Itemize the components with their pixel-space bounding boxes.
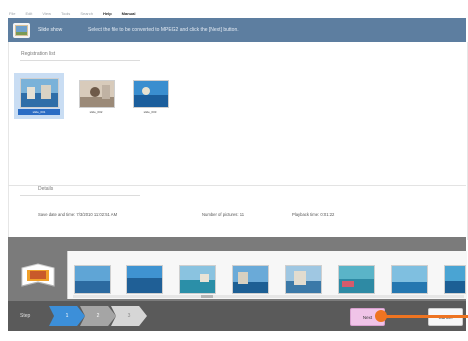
menu-manual[interactable]: Manual [121,11,137,16]
slideshow-icon [13,22,30,38]
details-divider [20,195,140,196]
menu-search[interactable]: Search [79,11,94,16]
photo-thumbnail [79,80,115,108]
menu-file[interactable]: File [8,11,16,16]
item-caption: slide_001 [18,109,60,115]
step-label: Step [20,313,31,319]
item-caption: slide_003 [143,110,157,114]
section-divider [8,185,466,186]
registration-item[interactable]: slide_001 [14,73,64,119]
strip-thumbnail[interactable] [391,265,428,294]
callout-pointer-dot [375,310,387,322]
registration-divider [20,60,140,61]
photo-thumbnail [133,80,169,108]
item-caption: slide_002 [89,110,103,114]
menu-tools[interactable]: Tools [60,11,71,16]
main-panel [8,42,468,240]
picture-count-text: Number of pictures: 11 [202,212,245,217]
header-bar: Slide show Select the file to be convert… [8,18,466,42]
strip-scroll-thumb[interactable] [201,295,213,298]
strip-thumbnail[interactable] [232,265,269,294]
strip-thumbnail[interactable] [285,265,322,294]
save-date-text: Save date and time: 7/3/2010 11:02:51 AM [38,212,118,217]
details-heading: Details [38,186,54,192]
photo-thumbnail [20,78,59,108]
menu-view[interactable]: View [41,11,52,16]
strip-thumbnail[interactable] [179,265,216,294]
strip-thumbnail[interactable] [126,265,163,294]
album-icon [18,258,58,290]
registration-item[interactable]: slide_003 [128,73,172,119]
strip-thumbnail[interactable] [338,265,375,294]
strip-thumbnail[interactable] [74,265,111,294]
playback-time-text: Playback time: 0:01:22 [292,212,335,217]
callout-pointer-line [383,315,468,318]
menu-help[interactable]: Help [102,11,113,16]
header-title: Slide show [38,27,63,33]
registration-item[interactable]: slide_002 [74,73,118,119]
header-instruction: Select the file to be converted to MPEG2… [88,27,239,33]
strip-scrollbar[interactable] [73,295,464,298]
strip-thumbnail[interactable] [444,265,466,294]
menu-edit[interactable]: Edit [24,11,33,16]
registration-heading: Registration list [21,51,56,57]
